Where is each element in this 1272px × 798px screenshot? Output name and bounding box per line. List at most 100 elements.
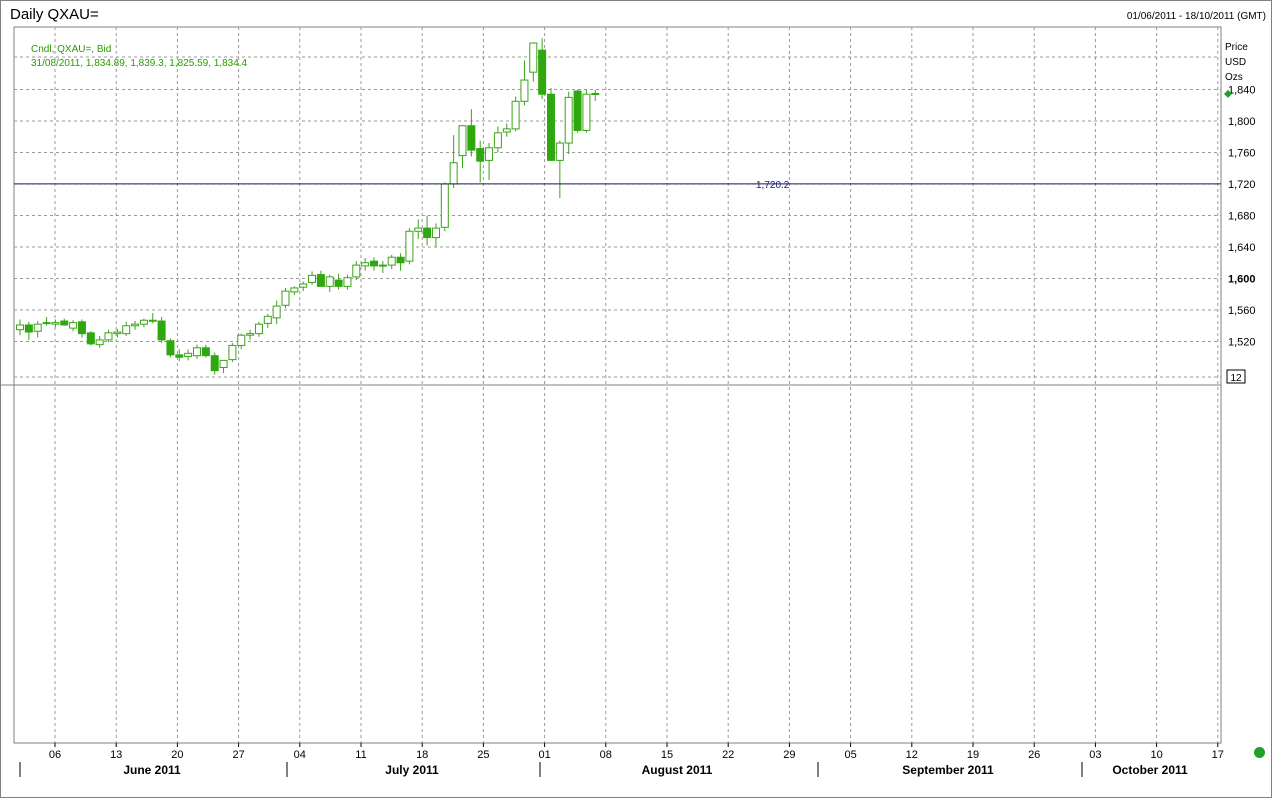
candle-body-down: [423, 227, 432, 239]
candle-body-down: [467, 125, 476, 151]
candle-body-down: [210, 355, 219, 372]
candle: [361, 258, 370, 271]
candle-body-up: [184, 352, 193, 357]
candle-body-up: [387, 256, 396, 266]
candle: [343, 274, 352, 290]
candle: [104, 329, 113, 343]
x-tick-label: 01: [538, 749, 550, 761]
candle: [449, 135, 458, 188]
candle-body-up: [272, 305, 281, 319]
candle-body-down: [476, 148, 485, 162]
candle: [387, 254, 396, 270]
candle-body-down: [86, 332, 95, 345]
y-tick-label: 1,840: [1228, 85, 1256, 97]
candle-body-down: [157, 320, 166, 341]
sub-panel-label: 12: [1230, 373, 1242, 384]
candle-body-up: [139, 319, 148, 325]
candle: [33, 321, 42, 338]
candle-body-up: [405, 230, 414, 262]
candle: [228, 343, 237, 362]
month-label: June 2011: [123, 763, 181, 777]
candle-body-up: [511, 100, 520, 130]
candle-body-up: [343, 277, 352, 287]
y-tick-label: 1,600: [1228, 274, 1256, 286]
x-tick-label: 29: [783, 749, 795, 761]
candle-body-up: [308, 274, 317, 283]
candle-body-up: [440, 183, 449, 228]
candle: [582, 89, 591, 133]
candle: [51, 319, 60, 328]
candle-body-up: [281, 290, 290, 306]
x-tick-label: 18: [416, 749, 428, 761]
y-tick-label: 1,760: [1228, 148, 1256, 160]
candle: [175, 349, 184, 362]
month-label: August 2011: [642, 763, 713, 777]
candle-body-up: [33, 323, 42, 332]
candle: [24, 321, 33, 340]
candle: [396, 253, 405, 271]
candle: [42, 317, 51, 326]
candle-body-up: [520, 79, 529, 102]
candle-body-down: [396, 256, 405, 264]
reference-label: 1,720.2: [756, 180, 790, 191]
candle-body-up: [582, 93, 591, 131]
month-label: October 2011: [1112, 763, 1188, 777]
candle-body-down: [547, 93, 555, 161]
candle: [352, 261, 361, 281]
axis-layer: 1,520 1,560 1,600 1,640 1,680 1,720 1,760 1,800…: [19, 85, 1256, 777]
candle: [476, 140, 485, 183]
x-tick-label: 11: [355, 749, 366, 761]
candle: [263, 313, 272, 329]
x-tick-label: 25: [477, 749, 489, 761]
candle: [520, 60, 529, 106]
candle: [219, 359, 228, 373]
candle-body-up: [378, 264, 387, 267]
candle: [547, 87, 555, 161]
candle: [131, 321, 140, 330]
candle: [414, 219, 423, 240]
grid-layer: [0, 26, 1222, 744]
candle-body-down: [201, 347, 210, 357]
candle-body-down: [370, 260, 378, 267]
candle-body-up: [237, 334, 246, 346]
y-tick-label: 1,680: [1228, 211, 1256, 223]
candle: [95, 335, 104, 348]
month-label: September 2011: [902, 763, 994, 777]
candle: [139, 318, 148, 328]
candle: [316, 270, 325, 287]
candle: [60, 318, 69, 326]
candle: [148, 313, 157, 324]
candle: [423, 215, 432, 246]
candle: [122, 321, 131, 336]
y-tick-label: 1,640: [1228, 242, 1256, 254]
candle: [281, 287, 290, 309]
price-chart[interactable]: 1,520 1,560 1,600 1,640 1,680 1,720 1,760 1,800…: [0, 0, 1272, 798]
candle: [564, 91, 573, 155]
candle: [166, 338, 175, 358]
x-tick-label: 26: [1028, 749, 1040, 761]
candle-body-down: [175, 354, 184, 358]
y-tick-label: 1,520: [1228, 337, 1256, 349]
candle: [325, 274, 334, 292]
status-dot-icon[interactable]: [1254, 747, 1265, 758]
candle: [290, 286, 299, 296]
candle-body-up: [131, 323, 140, 327]
candle-body-up: [219, 359, 228, 368]
x-tick-label: 20: [171, 749, 183, 761]
candle: [113, 328, 122, 338]
candle-body-up: [431, 227, 440, 239]
candle: [210, 352, 219, 375]
candle: [529, 42, 538, 82]
candle-body-up: [228, 344, 237, 361]
candle-body-up: [299, 283, 308, 288]
candle-body-up: [263, 315, 272, 324]
candle: [254, 321, 263, 337]
candle: [431, 223, 440, 247]
x-tick-label: 22: [722, 749, 734, 761]
candle-body-up: [352, 264, 361, 278]
candle-body-up: [449, 162, 458, 185]
candle: [299, 281, 308, 292]
candle-body-down: [42, 322, 51, 325]
candle: [370, 257, 378, 271]
x-tick-label: 08: [600, 749, 612, 761]
